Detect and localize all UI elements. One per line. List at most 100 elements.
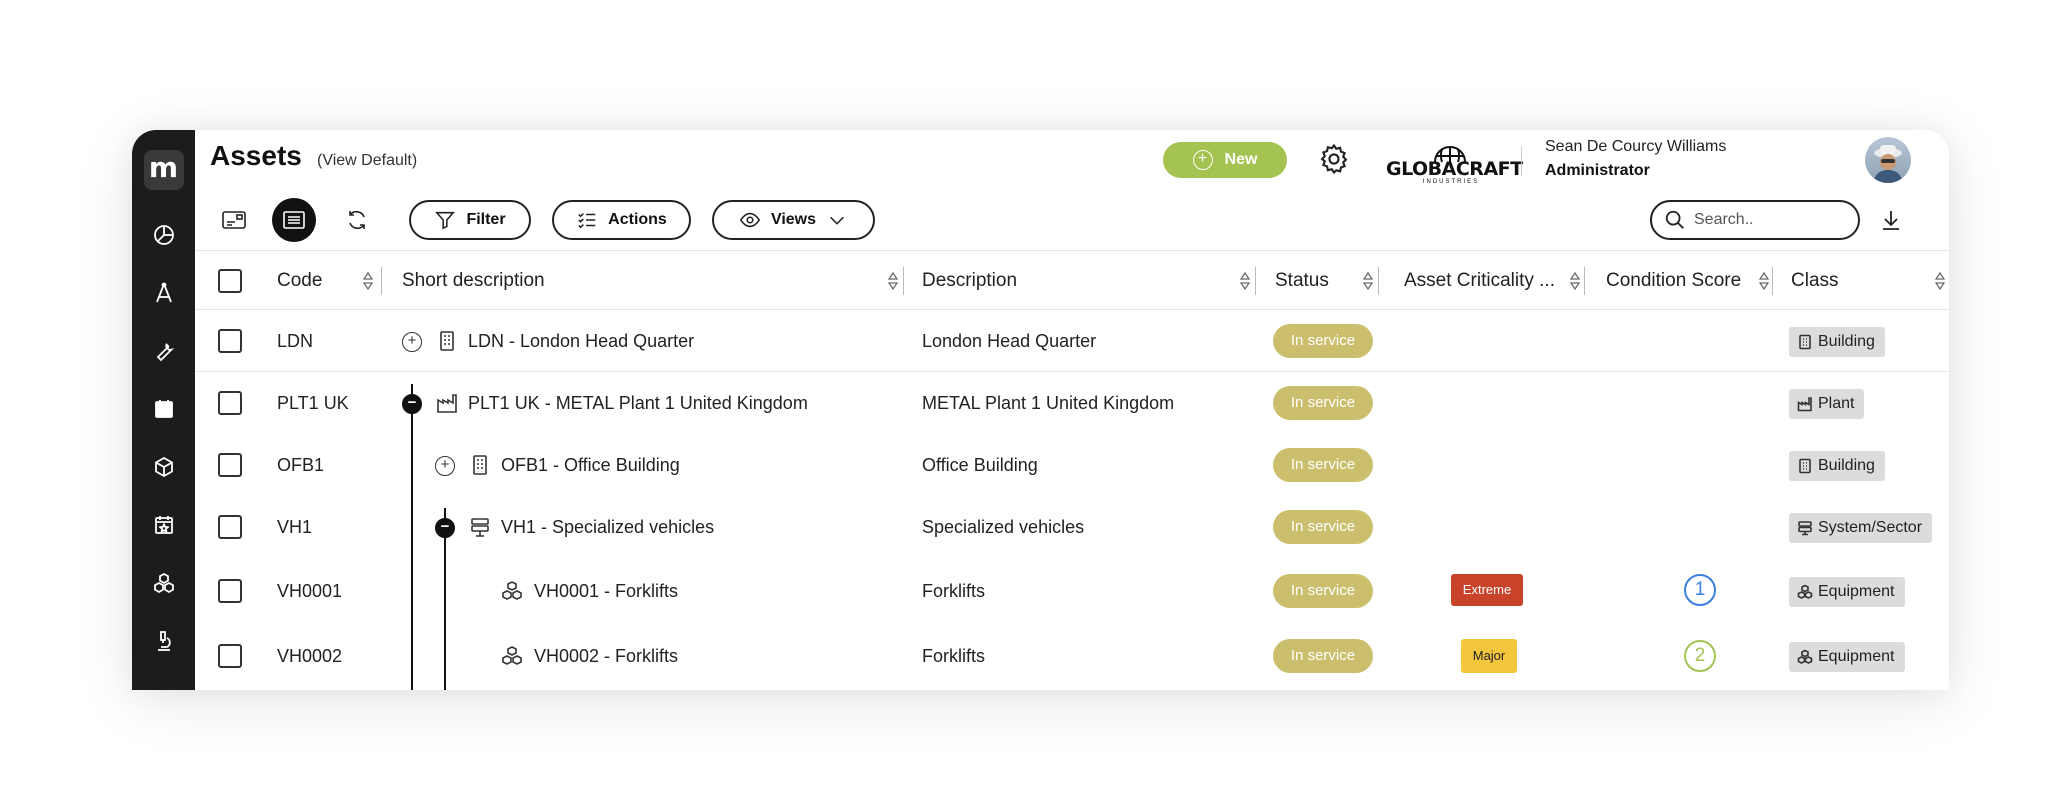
top-bar: Assets (View Default) + New GLOBACRAFT I… (195, 130, 1949, 190)
sort-icon[interactable] (887, 269, 899, 293)
plus-circle-icon: + (1192, 150, 1213, 170)
class-chip: Equipment (1789, 642, 1905, 672)
condition-score: 1 (1684, 574, 1716, 606)
calendar-icon[interactable] (144, 380, 184, 438)
column-divider[interactable] (1255, 267, 1256, 295)
refresh-icon[interactable] (335, 198, 379, 242)
factory-icon (1797, 397, 1812, 412)
column-divider[interactable] (903, 267, 904, 295)
pen-compass-icon[interactable] (144, 264, 184, 322)
row-checkbox[interactable] (218, 391, 242, 415)
cell-description: METAL Plant 1 United Kingdom (922, 393, 1175, 413)
expand-icon[interactable]: + (402, 332, 422, 352)
table-row[interactable]: OFB1 + OFB1 - Office Building Office Bui… (195, 434, 1949, 496)
column-header-condition-score[interactable]: Condition Score (1606, 251, 1741, 311)
class-chip: Equipment (1789, 577, 1905, 607)
cell-short-description[interactable]: LDN - London Head Quarter (468, 310, 694, 372)
row-checkbox[interactable] (218, 644, 242, 668)
microscope-icon[interactable] (144, 612, 184, 670)
sort-icon[interactable] (1934, 269, 1946, 293)
row-checkbox[interactable] (218, 453, 242, 477)
cell-short-description[interactable]: VH0002 - Forklifts (534, 624, 678, 688)
class-chip: Building (1789, 451, 1885, 481)
cell-code: LDN (277, 331, 314, 351)
column-header-class[interactable]: Class (1791, 251, 1839, 311)
class-chip: Plant (1789, 389, 1865, 419)
cell-code: PLT1 UK (277, 393, 349, 413)
actions-button[interactable]: Actions (552, 200, 691, 240)
cell-code: VH0002 (277, 646, 343, 666)
column-header-status[interactable]: Status (1275, 251, 1329, 311)
class-label: Equipment (1818, 583, 1895, 600)
download-icon[interactable] (1879, 208, 1903, 232)
brand-subtitle: INDUSTRIES (1422, 179, 1480, 185)
cell-short-description[interactable]: VH0001 - Forklifts (534, 558, 678, 624)
row-checkbox[interactable] (218, 579, 242, 603)
status-badge: In service (1273, 386, 1373, 420)
cell-short-description[interactable]: PLT1 UK - METAL Plant 1 United Kingdom (468, 372, 808, 434)
column-header-short-description[interactable]: Short description (402, 251, 545, 311)
cell-description: Forklifts (922, 646, 985, 666)
class-label: Plant (1818, 395, 1855, 412)
collapse-icon[interactable]: − (435, 518, 455, 538)
sort-icon[interactable] (1239, 269, 1251, 293)
collapse-icon[interactable]: − (402, 394, 422, 414)
new-button[interactable]: + New (1163, 142, 1287, 178)
column-divider[interactable] (1772, 267, 1773, 295)
table-row[interactable]: VH1 − VH1 - Specialized vehicles Special… (195, 496, 1949, 558)
criticality-badge: Extreme (1451, 574, 1523, 606)
search-box[interactable] (1650, 200, 1860, 240)
calendar-star-icon[interactable] (144, 496, 184, 554)
boxes-icon[interactable] (144, 554, 184, 612)
app-logo[interactable]: m (143, 150, 184, 190)
sort-icon[interactable] (1758, 269, 1770, 293)
wrench-icon[interactable] (144, 322, 184, 380)
filter-icon (435, 211, 456, 230)
column-divider[interactable] (1584, 267, 1585, 295)
sort-icon[interactable] (1569, 269, 1581, 293)
column-header-description[interactable]: Description (922, 251, 1017, 311)
sidebar: m (132, 130, 195, 690)
cell-short-description[interactable]: VH1 - Specialized vehicles (501, 496, 714, 558)
building-icon (436, 330, 458, 352)
column-header-code[interactable]: Code (277, 251, 322, 311)
status-badge: In service (1273, 324, 1373, 358)
equipment-icon (1797, 649, 1813, 664)
view-label[interactable]: (View Default) (317, 152, 417, 170)
sort-icon[interactable] (1362, 269, 1374, 293)
system-icon (1798, 521, 1812, 536)
system-icon (469, 516, 491, 538)
column-divider[interactable] (1378, 267, 1379, 295)
avatar[interactable] (1865, 137, 1911, 183)
column-divider[interactable] (381, 267, 382, 295)
eye-icon (739, 212, 761, 228)
table-row[interactable]: VH0002 VH0002 - Forklifts Forklifts In s… (195, 624, 1949, 688)
gear-icon[interactable] (1317, 142, 1351, 176)
table-header: Code Short description Description Statu… (195, 250, 1949, 310)
building-icon (1799, 458, 1811, 474)
card-view-icon[interactable] (212, 198, 256, 242)
views-button[interactable]: Views (712, 200, 875, 240)
list-view-icon[interactable] (272, 198, 316, 242)
select-all-checkbox[interactable] (218, 269, 242, 293)
chevron-down-icon (830, 216, 844, 225)
equipment-icon (1797, 584, 1813, 599)
row-checkbox[interactable] (218, 515, 242, 539)
cube-icon[interactable] (144, 438, 184, 496)
assets-table: Code Short description Description Statu… (195, 250, 1949, 690)
app-window: m Assets (View Default) + New GLOBACRAFT… (132, 130, 1949, 690)
table-row[interactable]: PLT1 UK − PLT1 UK - METAL Plant 1 United… (195, 372, 1949, 434)
row-checkbox[interactable] (218, 329, 242, 353)
search-input[interactable] (1694, 211, 1844, 229)
cell-code: OFB1 (277, 455, 325, 475)
cell-description: London Head Quarter (922, 331, 1097, 351)
expand-icon[interactable]: + (435, 456, 455, 476)
brand-name: GLOBACRAFT (1386, 158, 1523, 180)
dashboard-icon[interactable] (144, 206, 184, 264)
column-header-criticality[interactable]: Asset Criticality ... (1404, 251, 1569, 311)
table-row[interactable]: LDN + LDN - London Head Quarter London H… (195, 310, 1949, 372)
filter-button[interactable]: Filter (409, 200, 531, 240)
table-row[interactable]: VH0001 VH0001 - Forklifts Forklifts In s… (195, 558, 1949, 624)
sort-icon[interactable] (362, 269, 374, 293)
cell-short-description[interactable]: OFB1 - Office Building (501, 434, 680, 496)
